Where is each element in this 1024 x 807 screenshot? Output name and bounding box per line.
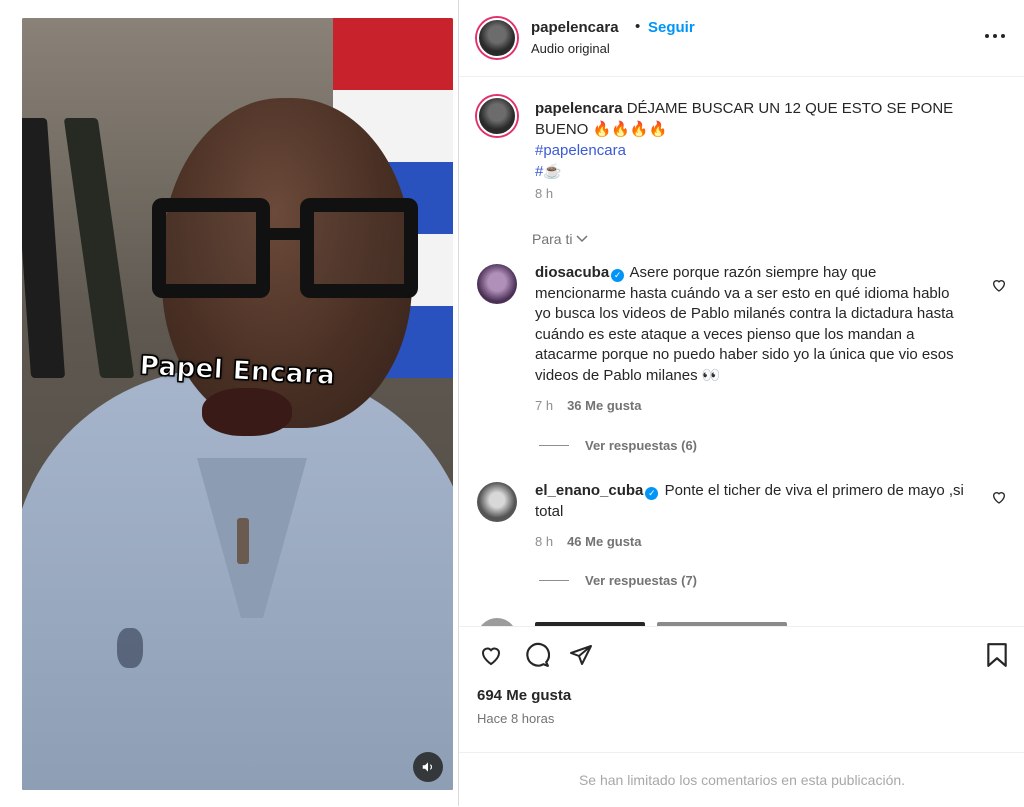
post-media: Papel Encara (0, 0, 458, 806)
post-time[interactable]: Hace 8 horas (477, 711, 554, 726)
mute-button[interactable] (413, 752, 443, 782)
caption-time[interactable]: 8 h (535, 186, 553, 201)
sort-label: Para ti (532, 231, 573, 247)
comment-likes[interactable]: 36 Me gusta (567, 398, 641, 413)
caption-text-block: papelencara DÉJAME BUSCAR UN 12 QUE ESTO… (535, 98, 985, 182)
sort-dropdown[interactable]: Para ti (532, 231, 588, 247)
heart-icon[interactable] (991, 489, 1007, 505)
more-options-button[interactable] (983, 24, 1007, 48)
avatar[interactable] (477, 264, 517, 304)
action-bar (459, 626, 1024, 687)
post-panel: papelencara • Seguir Audio original pape… (458, 0, 1024, 806)
divider (539, 580, 569, 581)
avatar[interactable] (477, 18, 517, 58)
caption-username[interactable]: papelencara (535, 100, 623, 117)
like-button[interactable] (477, 641, 505, 669)
comment-item-partial (477, 616, 1007, 626)
view-replies-button[interactable]: Ver respuestas (6) (539, 438, 697, 453)
comment-username[interactable]: el_enano_cuba (535, 482, 643, 499)
separator-dot: • (635, 18, 641, 35)
hashtag-link[interactable]: #☕️ (535, 161, 985, 182)
comment-button[interactable] (523, 641, 551, 669)
comments-limited-notice: Se han limitado los comentarios en esta … (459, 752, 1024, 807)
heart-icon (481, 647, 501, 666)
follow-button[interactable]: Seguir (648, 19, 695, 36)
heart-icon[interactable] (991, 277, 1007, 293)
sweater-logo (117, 628, 143, 668)
comment-text: Asere porque razón siempre hay que menci… (535, 264, 954, 384)
chevron-down-icon (576, 235, 588, 243)
divider (539, 445, 569, 446)
comment-text-block: diosacuba ✓ Asere porque razón siempre ha… (535, 263, 965, 386)
hashtag-link[interactable]: #papelencara (535, 140, 985, 161)
comment-text-block: el_enano_cuba ✓ Ponte el ticher de viva e… (535, 481, 965, 522)
speaker-icon (422, 762, 433, 772)
comment-time[interactable]: 7 h (535, 398, 553, 413)
avatar[interactable] (477, 96, 517, 136)
avatar[interactable] (477, 482, 517, 522)
audio-label[interactable]: Audio original (531, 41, 610, 56)
view-replies-label: Ver respuestas (7) (585, 573, 698, 588)
comment-meta: 8 h 46 Me gusta (535, 534, 642, 549)
comment-username[interactable]: diosacuba (535, 264, 609, 281)
comment-icon (526, 642, 550, 667)
video-player[interactable]: Papel Encara (22, 18, 453, 790)
verified-badge-icon: ✓ (645, 487, 659, 500)
save-button[interactable] (983, 641, 1011, 669)
person-mouth (202, 388, 292, 436)
glasses (152, 198, 422, 308)
send-icon (570, 645, 592, 665)
post-header: papelencara • Seguir Audio original (459, 0, 1024, 77)
comment-time[interactable]: 8 h (535, 534, 553, 549)
more-icon (985, 34, 1005, 38)
share-button[interactable] (567, 641, 595, 669)
view-replies-label: Ver respuestas (6) (585, 438, 698, 453)
verified-badge-icon: ✓ (611, 269, 625, 282)
comment-likes[interactable]: 46 Me gusta (567, 534, 641, 549)
likes-count[interactable]: 694 Me gusta (477, 687, 571, 704)
author-username[interactable]: papelencara (531, 19, 619, 36)
zipper (237, 518, 249, 564)
view-replies-button[interactable]: Ver respuestas (7) (539, 573, 697, 588)
comment-meta: 7 h 36 Me gusta (535, 398, 642, 413)
bookmark-icon (987, 643, 1007, 667)
